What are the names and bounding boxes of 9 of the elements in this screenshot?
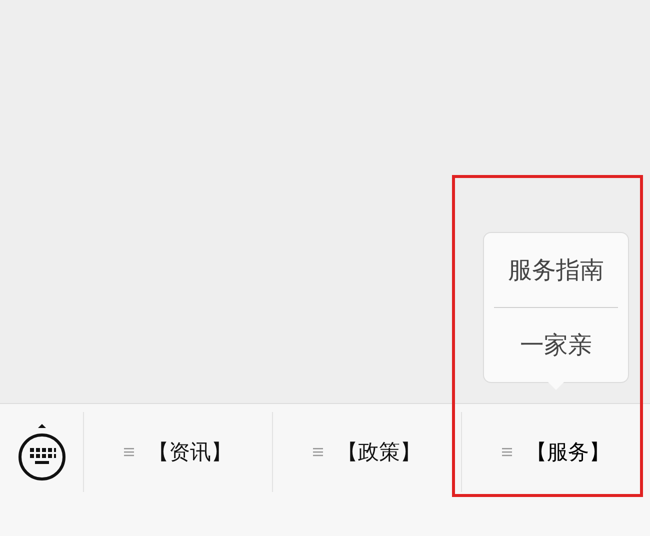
- menu-icon: [124, 447, 134, 457]
- keyboard-icon[interactable]: [16, 422, 66, 482]
- submenu-item[interactable]: 服务指南: [494, 233, 618, 307]
- menu-tab[interactable]: 【资讯】: [84, 412, 272, 492]
- menu-icon: [502, 447, 512, 457]
- menu-tab[interactable]: 【服务】: [462, 412, 650, 492]
- menu-icon: [313, 447, 323, 457]
- submenu-item[interactable]: 一家亲: [494, 308, 618, 382]
- menu-tab[interactable]: 【政策】: [273, 412, 461, 492]
